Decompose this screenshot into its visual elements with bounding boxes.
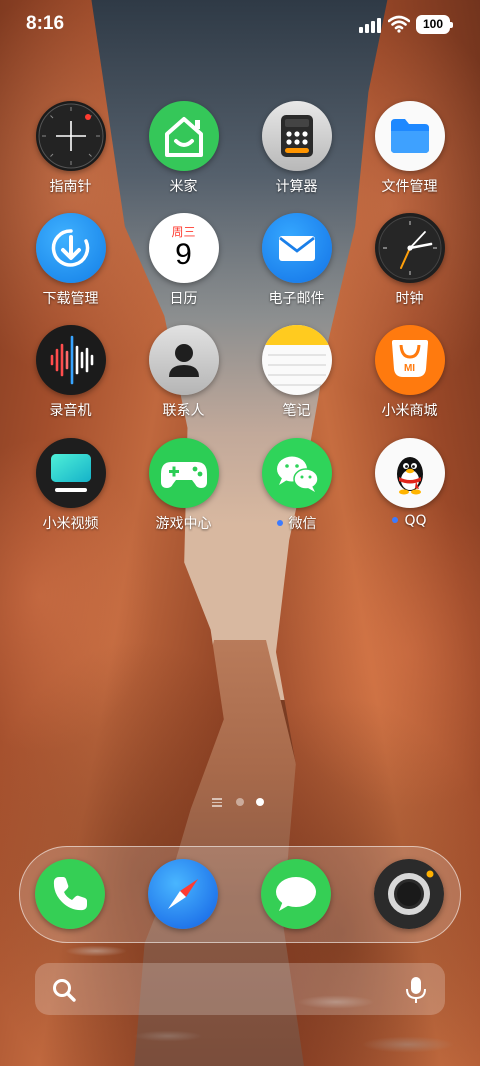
calculator-icon — [261, 101, 332, 171]
folder-icon — [374, 101, 445, 171]
app-email[interactable]: 电子邮件 — [240, 213, 353, 308]
microphone-icon[interactable] — [405, 975, 427, 1005]
tv-icon — [35, 438, 106, 508]
dock-messages[interactable] — [261, 859, 331, 929]
app-label: 电子邮件 — [268, 291, 325, 307]
app-recorder[interactable]: 录音机 — [14, 325, 127, 420]
app-clock[interactable]: 时钟 — [353, 213, 466, 308]
app-label: 笔记 — [282, 403, 311, 419]
new-install-dot — [392, 517, 399, 523]
app-label: 游戏中心 — [155, 516, 212, 532]
search-input[interactable] — [87, 973, 387, 1005]
phone-icon — [35, 859, 105, 929]
page-list-icon — [212, 798, 222, 807]
app-label: 联系人 — [162, 403, 205, 419]
clock-icon — [374, 213, 445, 283]
app-mi-video[interactable]: 小米视频 — [14, 438, 127, 533]
wifi-icon — [388, 15, 410, 33]
app-label: 下载管理 — [42, 291, 99, 307]
app-label: 指南针 — [49, 179, 92, 195]
page-dot-2-active[interactable] — [256, 798, 264, 806]
app-compass[interactable]: 指南针 — [14, 101, 127, 196]
app-label: 小米视频 — [42, 516, 99, 532]
app-wechat[interactable]: 微信 — [240, 438, 353, 533]
dock-phone[interactable] — [35, 859, 105, 929]
notes-icon — [261, 325, 332, 395]
search-icon — [53, 979, 76, 1002]
app-label: 米家 — [169, 179, 198, 195]
battery-indicator: 100 — [416, 15, 453, 34]
app-mi-mall[interactable]: MI 小米商城 — [353, 325, 466, 420]
page-dot-1[interactable] — [236, 798, 244, 806]
app-mijia[interactable]: 米家 — [127, 101, 240, 196]
wechat-icon — [261, 438, 332, 508]
app-game-center[interactable]: 游戏中心 — [127, 438, 240, 533]
app-file-manager[interactable]: 文件管理 — [353, 101, 466, 196]
mail-icon — [261, 213, 332, 283]
compass-icon — [35, 101, 106, 171]
app-calculator[interactable]: 计算器 — [240, 101, 353, 196]
app-label: QQ — [404, 513, 427, 529]
app-contacts[interactable]: 联系人 — [127, 325, 240, 420]
app-label: 计算器 — [275, 179, 318, 195]
app-label-row: 微信 — [240, 513, 353, 533]
app-qq[interactable]: QQ — [353, 438, 466, 529]
contacts-icon — [148, 325, 219, 395]
app-label: 时钟 — [395, 291, 424, 307]
app-label-row: QQ — [353, 513, 466, 529]
calendar-day: 9 — [175, 238, 192, 271]
app-label: 微信 — [288, 516, 317, 532]
dock-camera[interactable] — [374, 859, 444, 929]
message-bubble-icon — [261, 859, 331, 929]
app-notes[interactable]: 笔记 — [240, 325, 353, 420]
sound-recorder-icon — [35, 325, 106, 395]
app-label: 小米商城 — [381, 403, 438, 419]
mi-mall-icon: MI — [374, 325, 445, 395]
dock-browser[interactable] — [148, 859, 218, 929]
download-icon — [35, 213, 106, 283]
status-bar: 8:16 100 — [0, 0, 480, 50]
camera-icon — [374, 859, 444, 929]
calendar-icon: 周三 9 — [148, 213, 219, 283]
mi-logo-text: MI — [403, 363, 416, 374]
mijia-home-icon — [148, 101, 219, 171]
page-indicator[interactable] — [212, 797, 272, 809]
app-calendar[interactable]: 周三 9 日历 — [127, 213, 240, 308]
app-download-manager[interactable]: 下载管理 — [14, 213, 127, 308]
app-label: 录音机 — [49, 403, 92, 419]
search-bar[interactable] — [35, 963, 445, 1015]
app-label: 文件管理 — [381, 179, 438, 195]
qq-penguin-icon — [374, 438, 445, 508]
new-install-dot — [276, 520, 283, 526]
cellular-signal-icon — [359, 17, 383, 33]
compass-browser-icon — [148, 859, 218, 929]
status-time: 8:16 — [26, 13, 65, 34]
app-label: 日历 — [169, 291, 198, 307]
gamepad-icon — [148, 438, 219, 508]
